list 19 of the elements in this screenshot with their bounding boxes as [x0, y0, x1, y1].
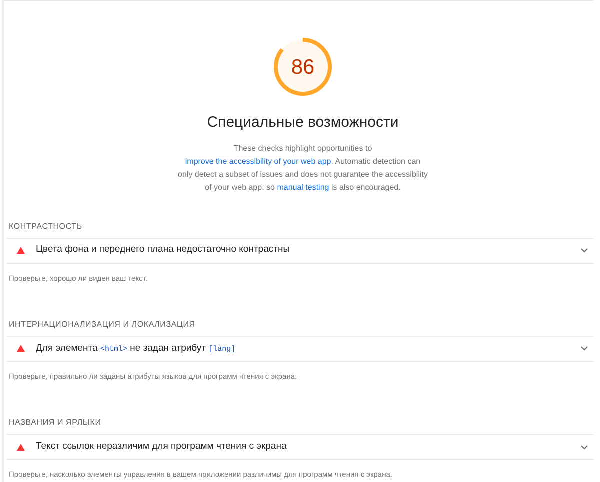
category-description: These checks highlight opportunities to improve the accessibility of your web app. Automatic detection can only detect a subset of issues and does not guarantee the accessibility of your web app, so manual testing is also encouraged. — [178, 142, 428, 194]
audit-title: Текст ссылок неразличим для программ чтения с экрана — [36, 440, 288, 454]
audit-title: Цвета фона и переднего плана недостаточно контрастны — [36, 243, 292, 258]
chevron-icon — [581, 248, 588, 253]
category-title: Специальные возможности — [207, 113, 399, 133]
chevron-icon — [581, 444, 588, 450]
warning-icon — [17, 444, 25, 450]
score-gauge — [272, 36, 334, 98]
section-heading: НАЗВАНИЯ И ЯРЛЫКИ — [8, 417, 102, 429]
chevron-icon — [581, 346, 588, 352]
warning-icon — [17, 247, 25, 254]
section-heading: КОНТРАСТНОСТЬ — [8, 220, 84, 232]
audit-row[interactable]: Цвета фона и переднего плана недостаточно контрастны — [7, 238, 594, 264]
audit-row[interactable]: Текст ссылок неразличим для программ чтения с экрана — [7, 434, 594, 460]
link[interactable]: manual testing — [277, 182, 330, 192]
link[interactable]: improve the accessibility of your web app — [185, 156, 332, 166]
warning-icon — [17, 345, 25, 352]
section-heading: ИНТЕРНАЦИОНАЛИЗАЦИЯ И ЛОКАЛИЗАЦИЯ — [8, 318, 196, 331]
score-value: 86 — [291, 56, 315, 78]
